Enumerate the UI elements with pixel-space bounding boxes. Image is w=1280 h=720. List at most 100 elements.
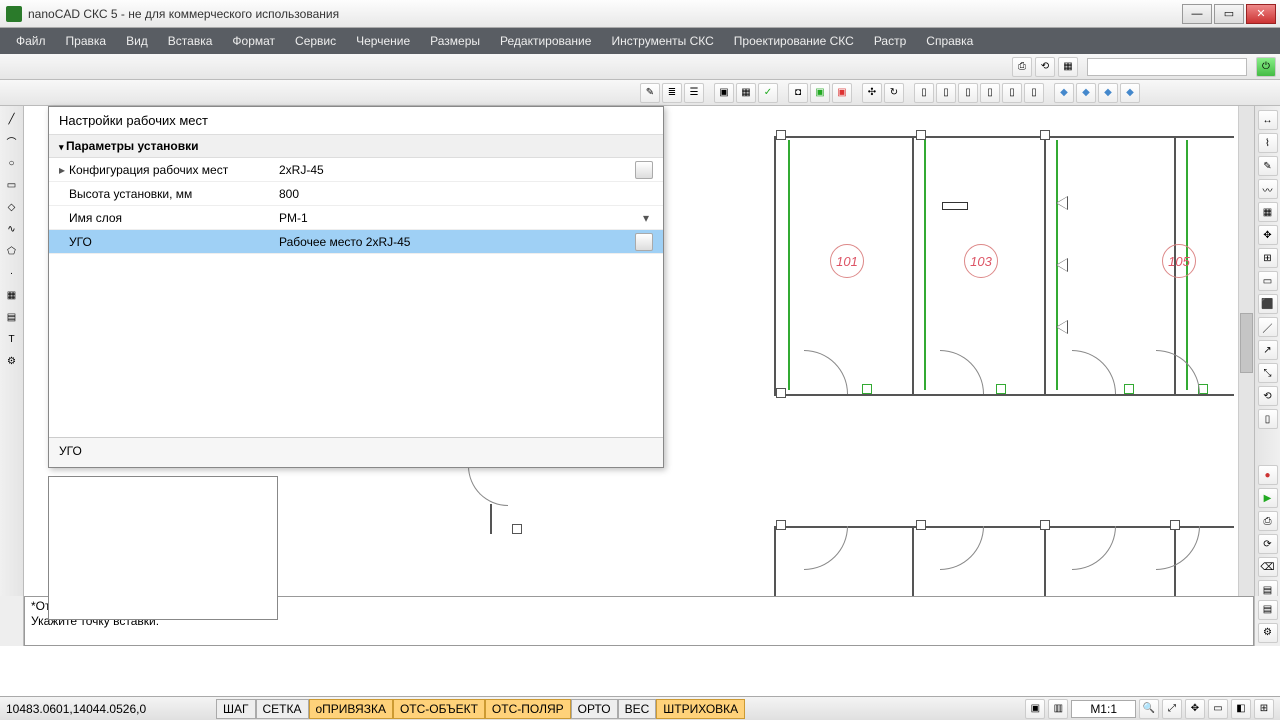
t2-1-icon[interactable]: ✎ [640,83,660,103]
toggle-otrack[interactable]: ОТС-ОБЪЕКТ [393,699,485,719]
row-value[interactable]: Рабочее место 2xRJ-45 [279,235,635,249]
rt-17-icon[interactable]: ⎙ [1258,511,1278,531]
toolbar-input[interactable] [1087,58,1247,76]
status-zoom-icon[interactable]: ⤢ [1162,699,1182,719]
toggle-lweight[interactable]: ВЕС [618,699,657,719]
status-y-icon[interactable]: ◧ [1231,699,1251,719]
t2-21-icon[interactable]: ◆ [1120,83,1140,103]
scale-display[interactable]: M1:1 [1071,700,1136,718]
t2-18-icon[interactable]: ◆ [1054,83,1074,103]
rt-2-icon[interactable]: ⌇ [1258,133,1278,153]
menu-dimensions[interactable]: Размеры [420,30,490,52]
scrollbar-thumb[interactable] [1240,313,1253,373]
rt-18-icon[interactable]: ⟳ [1258,534,1278,554]
rt-11-icon[interactable]: ↗ [1258,340,1278,360]
rt-19-icon[interactable]: ⌫ [1258,557,1278,577]
row-value[interactable]: 2xRJ-45 [279,163,635,177]
lt-1-icon[interactable]: ╱ [3,110,21,128]
canvas[interactable]: 101 103 105 [24,106,1254,646]
toggle-snap[interactable]: ШАГ [216,699,256,719]
lt-4-icon[interactable]: ▭ [3,176,21,194]
menu-raster[interactable]: Растр [864,30,916,52]
row-value[interactable]: PM-1 [279,211,639,225]
toggle-grid[interactable]: СЕТКА [256,699,309,719]
rt-6-icon[interactable]: ✥ [1258,225,1278,245]
menu-modify[interactable]: Редактирование [490,30,601,52]
cmd-btn-1-icon[interactable]: ▤ [1258,600,1278,620]
menu-format[interactable]: Формат [222,30,285,52]
rt-5-icon[interactable]: ▦ [1258,202,1278,222]
t2-16-icon[interactable]: ▯ [1002,83,1022,103]
t2-7-icon[interactable]: ◘ [788,83,808,103]
tool-c-icon[interactable]: ▦ [1058,57,1078,77]
panel-row-ugo[interactable]: УГО Рабочее место 2xRJ-45 [49,230,663,254]
lt-text-icon[interactable]: T [3,330,21,348]
menu-insert[interactable]: Вставка [158,30,223,52]
t2-9-icon[interactable]: ▣ [832,83,852,103]
menu-edit[interactable]: Правка [56,30,117,52]
panel-row-layer[interactable]: Имя слоя PM-1 ▾ [49,206,663,230]
menu-file[interactable]: Файл [6,30,56,52]
rt-14-icon[interactable]: ▯ [1258,409,1278,429]
status-icon-2[interactable]: ▥ [1048,699,1068,719]
lt-5-icon[interactable]: ◇ [3,198,21,216]
t2-3-icon[interactable]: ☰ [684,83,704,103]
status-z-icon[interactable]: ⊞ [1254,699,1274,719]
t2-12-icon[interactable]: ▯ [914,83,934,103]
lt-12-icon[interactable]: ⚙ [3,352,21,370]
menu-service[interactable]: Сервис [285,30,346,52]
rt-4-icon[interactable]: 〰 [1258,179,1278,199]
close-button[interactable]: ✕ [1246,4,1276,24]
menu-sks-tools[interactable]: Инструменты СКС [601,30,723,52]
panel-group-header[interactable]: Параметры установки [49,135,663,158]
t2-20-icon[interactable]: ◆ [1098,83,1118,103]
t2-8-icon[interactable]: ▣ [810,83,830,103]
rt-8-icon[interactable]: ▭ [1258,271,1278,291]
rt-1-icon[interactable]: ↔ [1258,110,1278,130]
dropdown-icon[interactable]: ▾ [639,211,653,225]
rt-10-icon[interactable]: ／ [1258,317,1278,337]
lt-10-icon[interactable]: ▤ [3,308,21,326]
t2-19-icon[interactable]: ◆ [1076,83,1096,103]
lt-6-icon[interactable]: ∿ [3,220,21,238]
menu-view[interactable]: Вид [116,30,158,52]
status-icon-1[interactable]: ▣ [1025,699,1045,719]
lt-8-icon[interactable]: · [3,264,21,282]
t2-6-icon[interactable]: ✓ [758,83,778,103]
lt-7-icon[interactable]: ⬠ [3,242,21,260]
tool-a-icon[interactable]: ⎙ [1012,57,1032,77]
t2-11-icon[interactable]: ↻ [884,83,904,103]
t2-17-icon[interactable]: ▯ [1024,83,1044,103]
menu-draw[interactable]: Черчение [346,30,420,52]
rt-12-icon[interactable]: ⤡ [1258,363,1278,383]
t2-15-icon[interactable]: ▯ [980,83,1000,103]
toggle-ortho[interactable]: ОРТО [571,699,618,719]
lt-9-icon[interactable]: ▦ [3,286,21,304]
toggle-polar[interactable]: ОТС-ПОЛЯР [485,699,571,719]
menu-sks-design[interactable]: Проектирование СКС [724,30,864,52]
lt-2-icon[interactable]: ⌒ [3,132,21,150]
t2-10-icon[interactable]: ✣ [862,83,882,103]
row-browse-button[interactable] [635,161,653,179]
vertical-scrollbar[interactable] [1238,106,1254,624]
toggle-osnap[interactable]: оПРИВЯЗКА [309,699,393,719]
status-pan-icon[interactable]: ✥ [1185,699,1205,719]
panel-row-config[interactable]: ▸ Конфигурация рабочих мест 2xRJ-45 [49,158,663,182]
tool-b-icon[interactable]: ⟲ [1035,57,1055,77]
rt-9-icon[interactable]: ⬛ [1258,294,1278,314]
t2-2-icon[interactable]: ≣ [662,83,682,103]
rt-13-icon[interactable]: ⟲ [1258,386,1278,406]
row-value[interactable]: 800 [279,187,653,201]
rt-7-icon[interactable]: ⊞ [1258,248,1278,268]
t2-14-icon[interactable]: ▯ [958,83,978,103]
panel-row-height[interactable]: Высота установки, мм 800 [49,182,663,206]
lt-3-icon[interactable]: ○ [3,154,21,172]
t2-4-icon[interactable]: ▣ [714,83,734,103]
toggle-hatch[interactable]: ШТРИХОВКА [656,699,745,719]
t2-13-icon[interactable]: ▯ [936,83,956,103]
rt-play-icon[interactable]: ▶ [1258,488,1278,508]
menu-help[interactable]: Справка [916,30,983,52]
status-zoom-out-icon[interactable]: 🔍 [1139,699,1159,719]
rt-3-icon[interactable]: ✎ [1258,156,1278,176]
exit-icon[interactable]: ⏻ [1256,57,1276,77]
